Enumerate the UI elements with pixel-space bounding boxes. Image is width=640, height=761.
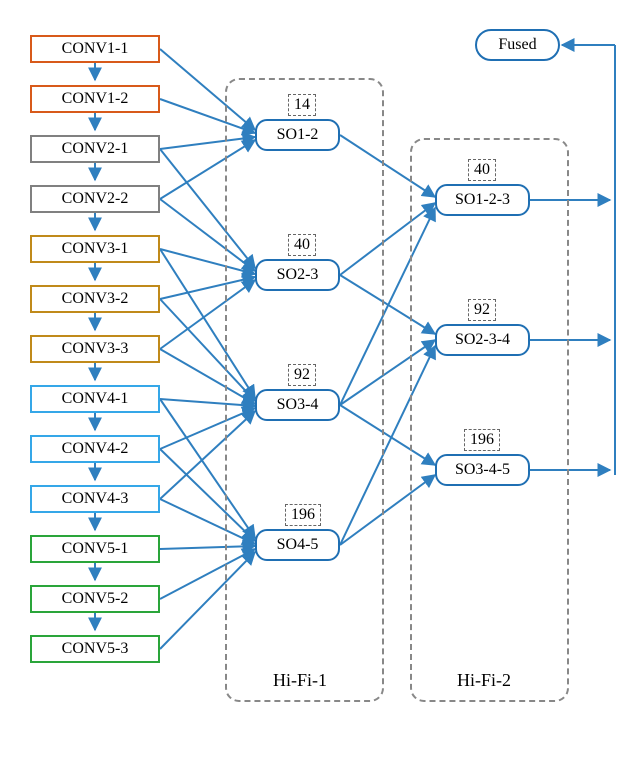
conv3-3: CONV3-3 <box>30 335 160 363</box>
conv1-2: CONV1-2 <box>30 85 160 113</box>
diagram-stage: CONV1-1 CONV1-2 CONV2-1 CONV2-2 CONV3-1 … <box>0 0 640 761</box>
so3-4: SO3-4 <box>255 389 340 421</box>
hifi2-container <box>410 138 569 702</box>
so1-2-3-size: 40 <box>468 159 496 181</box>
hifi2-label: Hi-Fi-2 <box>457 670 511 691</box>
so3-4-size: 92 <box>288 364 316 386</box>
conv1-1: CONV1-1 <box>30 35 160 63</box>
conv3-1: CONV3-1 <box>30 235 160 263</box>
so2-3-4: SO2-3-4 <box>435 324 530 356</box>
conv2-1: CONV2-1 <box>30 135 160 163</box>
hifi1-label: Hi-Fi-1 <box>273 670 327 691</box>
conv4-3: CONV4-3 <box>30 485 160 513</box>
fused-node: Fused <box>475 29 560 61</box>
so4-5-size: 196 <box>285 504 321 526</box>
so2-3-size: 40 <box>288 234 316 256</box>
so1-2: SO1-2 <box>255 119 340 151</box>
conv4-1: CONV4-1 <box>30 385 160 413</box>
conv5-2: CONV5-2 <box>30 585 160 613</box>
conv4-2: CONV4-2 <box>30 435 160 463</box>
so3-4-5: SO3-4-5 <box>435 454 530 486</box>
so4-5: SO4-5 <box>255 529 340 561</box>
conv5-1: CONV5-1 <box>30 535 160 563</box>
so3-4-5-size: 196 <box>464 429 500 451</box>
conv3-2: CONV3-2 <box>30 285 160 313</box>
so2-3-4-size: 92 <box>468 299 496 321</box>
conv2-2: CONV2-2 <box>30 185 160 213</box>
so2-3: SO2-3 <box>255 259 340 291</box>
so1-2-size: 14 <box>288 94 316 116</box>
conv5-3: CONV5-3 <box>30 635 160 663</box>
so1-2-3: SO1-2-3 <box>435 184 530 216</box>
